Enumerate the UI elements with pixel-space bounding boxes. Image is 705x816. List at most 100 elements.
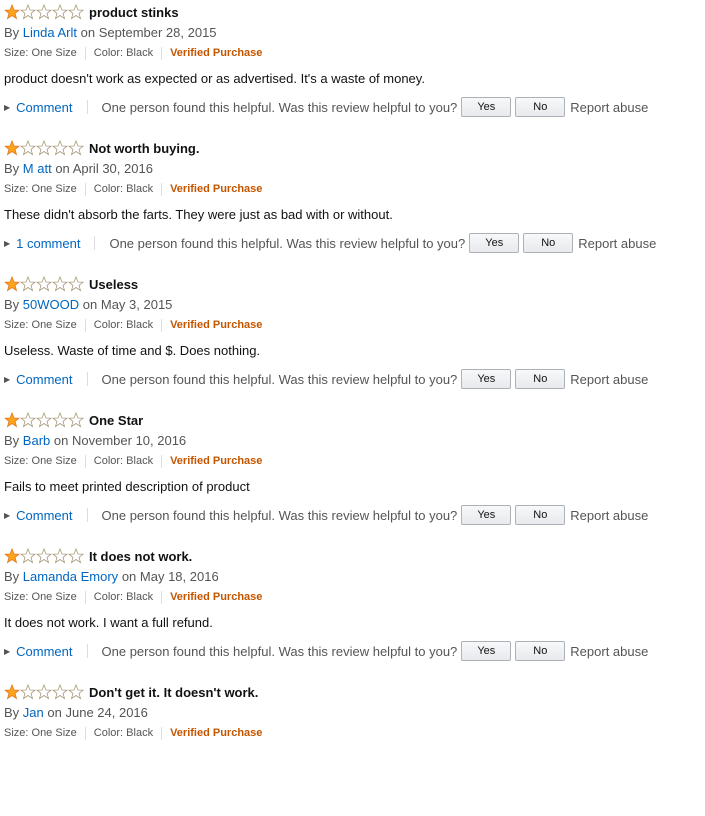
caret-right-icon: ▶ (4, 646, 11, 656)
star-empty-icon (36, 140, 52, 156)
review-title[interactable]: product stinks (89, 5, 179, 20)
star-filled-icon (4, 140, 20, 156)
verified-purchase-badge[interactable]: Verified Purchase (170, 43, 262, 63)
star-rating[interactable] (4, 140, 84, 156)
size-label[interactable]: Size: One Size (4, 451, 77, 471)
verified-purchase-badge[interactable]: Verified Purchase (170, 587, 262, 607)
no-button[interactable]: No (515, 97, 566, 117)
yes-button[interactable]: Yes (461, 641, 512, 661)
review-header: product stinks (4, 0, 705, 23)
star-rating[interactable] (4, 4, 84, 20)
no-button[interactable]: No (515, 641, 566, 661)
report-abuse-link[interactable]: Report abuse (570, 372, 648, 387)
yes-button[interactable]: Yes (461, 505, 512, 525)
comment-link[interactable]: ▶ 1 comment (4, 236, 80, 251)
author-link[interactable]: M att (23, 161, 52, 176)
star-empty-icon (52, 548, 68, 564)
review-body: Useless. Waste of time and $. Does nothi… (4, 343, 261, 358)
yes-button[interactable]: Yes (461, 369, 512, 389)
review-date: May 18, 2016 (139, 569, 219, 584)
star-rating[interactable] (4, 548, 84, 564)
star-empty-icon (36, 548, 52, 564)
by-label: By (4, 569, 20, 584)
author-link[interactable]: Lamanda Emory (23, 569, 118, 584)
report-abuse-link[interactable]: Report abuse (578, 236, 656, 251)
no-button[interactable]: No (523, 233, 574, 253)
report-abuse-link[interactable]: Report abuse (570, 644, 648, 659)
size-label[interactable]: Size: One Size (4, 43, 77, 63)
on-label: on (55, 161, 70, 176)
caret-right-icon: ▶ (4, 374, 11, 384)
star-empty-icon (20, 684, 36, 700)
color-label[interactable]: Color: Black (94, 315, 153, 335)
review-title[interactable]: One Star (89, 413, 143, 428)
by-label: By (4, 433, 20, 448)
star-empty-icon (68, 4, 84, 20)
color-label[interactable]: Color: Black (94, 179, 153, 199)
report-abuse-link[interactable]: Report abuse (570, 100, 648, 115)
review-title[interactable]: Useless (89, 277, 138, 292)
no-button[interactable]: No (515, 505, 566, 525)
star-empty-icon (20, 412, 36, 428)
star-empty-icon (68, 548, 84, 564)
review-byline: By Barb on November 10, 2016 (4, 431, 705, 451)
comment-link[interactable]: ▶ Comment (4, 644, 73, 659)
star-empty-icon (52, 276, 68, 292)
divider (161, 726, 163, 740)
review-title[interactable]: Don't get it. It doesn't work. (89, 685, 258, 700)
star-empty-icon (68, 276, 84, 292)
size-label[interactable]: Size: One Size (4, 179, 77, 199)
no-button[interactable]: No (515, 369, 566, 389)
review-date: May 3, 2015 (100, 297, 173, 312)
size-label[interactable]: Size: One Size (4, 587, 77, 607)
review-byline: By M att on April 30, 2016 (4, 159, 705, 179)
comment-link[interactable]: ▶ Comment (4, 508, 73, 523)
yes-button[interactable]: Yes (469, 233, 520, 253)
star-rating[interactable] (4, 412, 84, 428)
review-header: Useless (4, 272, 705, 295)
comment-label: Comment (16, 371, 73, 387)
star-empty-icon (52, 684, 68, 700)
caret-right-icon: ▶ (4, 238, 11, 248)
verified-purchase-badge[interactable]: Verified Purchase (170, 315, 262, 335)
yes-button[interactable]: Yes (461, 97, 512, 117)
verified-purchase-badge[interactable]: Verified Purchase (170, 723, 262, 743)
review-item: Not worth buying. By M att on April 30, … (4, 136, 705, 272)
review-body: product doesn't work as expected or as a… (4, 71, 425, 86)
star-rating[interactable] (4, 276, 84, 292)
comment-link[interactable]: ▶ Comment (4, 100, 73, 115)
review-title[interactable]: It does not work. (89, 549, 192, 564)
size-label[interactable]: Size: One Size (4, 723, 77, 743)
review-body: It does not work. I want a full refund. (4, 615, 213, 630)
divider (161, 590, 163, 604)
comment-label: 1 comment (16, 235, 81, 251)
verified-purchase-badge[interactable]: Verified Purchase (170, 451, 262, 471)
star-rating[interactable] (4, 684, 84, 700)
review-meta: Size: One Size Color: Black Verified Pur… (4, 179, 705, 199)
verified-purchase-badge[interactable]: Verified Purchase (170, 179, 262, 199)
review-date: April 30, 2016 (72, 161, 153, 176)
color-label[interactable]: Color: Black (94, 451, 153, 471)
by-label: By (4, 161, 20, 176)
helpful-question: One person found this helpful. Was this … (101, 99, 458, 115)
author-link[interactable]: 50WOOD (23, 297, 79, 312)
author-link[interactable]: Linda Arlt (23, 25, 77, 40)
review-byline: By Lamanda Emory on May 18, 2016 (4, 567, 705, 587)
star-empty-icon (36, 684, 52, 700)
color-label[interactable]: Color: Black (94, 43, 153, 63)
size-label[interactable]: Size: One Size (4, 315, 77, 335)
author-link[interactable]: Barb (23, 433, 50, 448)
review-byline: By Jan on June 24, 2016 (4, 703, 705, 723)
author-link[interactable]: Jan (23, 705, 44, 720)
color-label[interactable]: Color: Black (94, 587, 153, 607)
by-label: By (4, 705, 20, 720)
review-actions: ▶ Comment One person found this helpful.… (4, 499, 705, 531)
review-header: Don't get it. It doesn't work. (4, 680, 705, 703)
comment-link[interactable]: ▶ Comment (4, 372, 73, 387)
color-label[interactable]: Color: Black (94, 723, 153, 743)
caret-right-icon: ▶ (4, 510, 11, 520)
review-title[interactable]: Not worth buying. (89, 141, 199, 156)
on-label: on (47, 705, 62, 720)
report-abuse-link[interactable]: Report abuse (570, 508, 648, 523)
divider (161, 46, 163, 60)
